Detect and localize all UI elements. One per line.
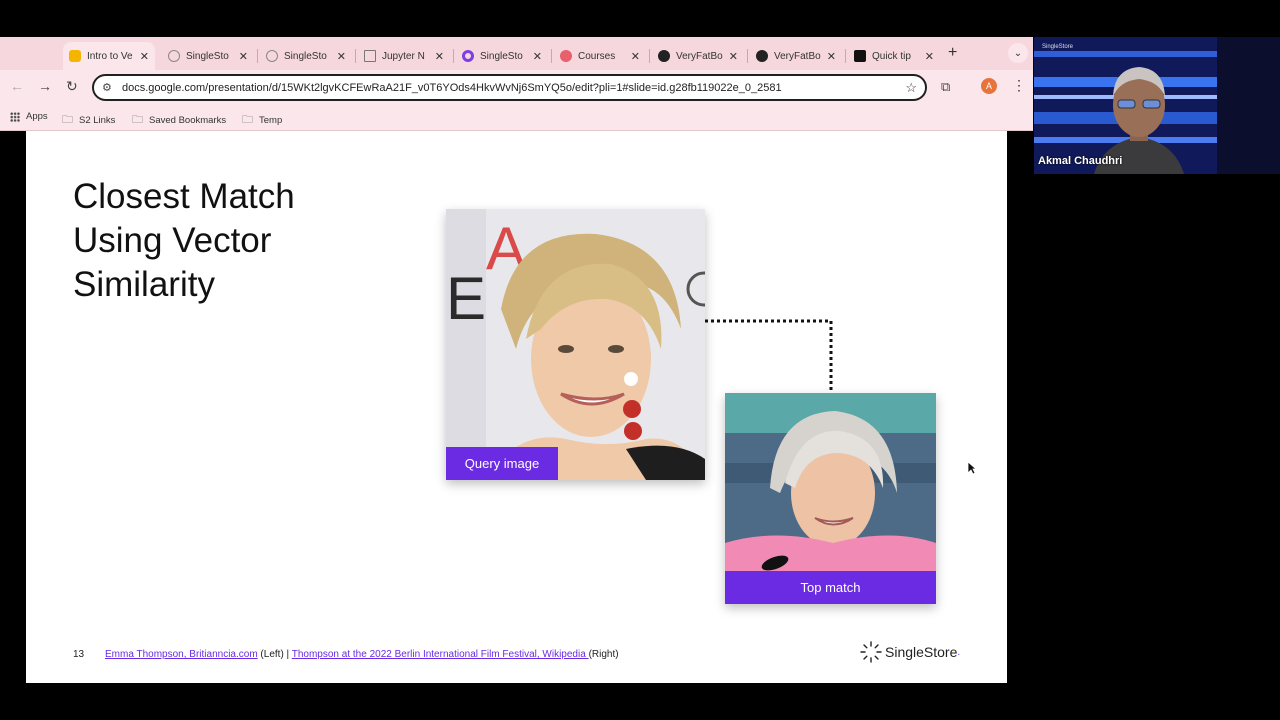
chevron-down-icon: ⌄ [1013,47,1023,59]
tab-singlestore-3[interactable]: SingleSto ✕ [456,42,548,70]
tab-courses[interactable]: Courses ✕ [554,42,646,70]
tab-veryfatboy-2[interactable]: VeryFatBo ✕ [750,42,842,70]
webcam-overlay: SingleStore Akmal Chaudhri [1034,37,1217,174]
tab-veryfatboy-1[interactable]: VeryFatBo ✕ [652,42,744,70]
tab-title: Courses [578,50,616,62]
image-credits: Emma Thompson, Britianncia.com (Left) | … [105,649,619,660]
tab-title: SingleSto [480,50,523,62]
profile-avatar[interactable]: A [981,78,997,94]
bookmark-star-icon[interactable]: ☆ [905,80,917,96]
github-icon [756,50,768,62]
medium-icon [854,50,866,62]
close-icon[interactable]: ✕ [729,50,738,63]
reload-button[interactable]: ↻ [66,78,78,95]
tab-jupyter[interactable]: Jupyter N ✕ [358,42,450,70]
tab-title: SingleSto [284,50,327,62]
tab-strip: Intro to Ve ✕ SingleSto ✕ SingleSto ✕ Ju… [0,37,1033,70]
connector-dotted-line [705,319,833,393]
tab-divider [551,49,552,63]
close-icon[interactable]: ✕ [140,50,149,63]
bookmark-label: Saved Bookmarks [149,115,227,126]
tab-divider [453,49,454,63]
github-icon [658,50,670,62]
tab-singlestore-1[interactable]: SingleSto ✕ [162,42,254,70]
query-image: A E Query image [446,209,705,480]
mouse-cursor-icon [967,461,977,475]
bookmark-temp[interactable]: 🗀 Temp [242,111,282,130]
tab-divider [649,49,650,63]
singlestore-icon [266,50,278,62]
folder-icon: 🗀 [132,114,143,126]
brand-dot: . [957,646,961,658]
new-tab-button[interactable]: + [948,44,957,62]
tab-title: VeryFatBo [676,50,723,62]
apps-grid-icon [10,111,20,122]
slides-icon [69,50,81,62]
bookmark-label: Temp [259,115,283,126]
browser-toolbar: ← → ↻ ⚙ docs.google.com/presentation/d/1… [0,70,1033,106]
credit-right-suffix: (Right) [588,649,619,660]
webcam-background-strip [1217,37,1280,174]
close-icon[interactable]: ✕ [631,50,640,63]
bookmark-saved-bookmarks[interactable]: 🗀 Saved Bookmarks [132,111,226,130]
close-icon[interactable]: ✕ [925,50,934,63]
slide-title: Closest Match Using Vector Similarity [73,177,295,304]
singlestore-burst-icon [860,641,882,663]
bookmark-label: Apps [26,111,48,122]
tab-title: Quick tip [872,50,911,62]
slide-number: 13 [73,649,85,660]
tab-intro-to-vector[interactable]: Intro to Ve ✕ [63,42,155,70]
webcam-logo: SingleStore [1042,44,1074,50]
browser-window: Intro to Ve ✕ SingleSto ✕ SingleSto ✕ Ju… [0,37,1033,131]
tab-singlestore-2[interactable]: SingleSto ✕ [260,42,352,70]
bookmark-apps[interactable]: Apps [10,111,48,122]
close-icon[interactable]: ✕ [239,50,248,63]
tab-divider [257,49,258,63]
top-match-label: Top match [725,571,936,604]
extensions-icon[interactable]: ⧉ [941,79,950,95]
back-button[interactable]: ← [10,78,24,94]
top-match-image: Top match [725,393,936,604]
tab-divider [355,49,356,63]
credit-left-suffix: (Left) | [257,649,292,660]
bookmark-s2-links[interactable]: 🗀 S2 Links [62,111,115,130]
credit-left-link[interactable]: Emma Thompson, Britianncia.com [105,649,258,660]
tab-search-button[interactable]: ⌄ [1008,43,1028,63]
close-icon[interactable]: ✕ [435,50,444,63]
credit-right-link[interactable]: Thompson at the 2022 Berlin Internationa… [292,649,589,660]
singlestore-logo: SingleStore. [860,641,960,663]
courses-icon [560,50,572,62]
close-icon[interactable]: ✕ [337,50,346,63]
tab-quick-tip[interactable]: Quick tip ✕ [848,42,940,70]
singlestore-icon [168,50,180,62]
tab-title: Jupyter N [382,50,425,62]
url-text[interactable]: docs.google.com/presentation/d/15WKt2lgv… [122,82,905,94]
query-image-label: Query image [446,447,558,480]
tab-title: VeryFatBo [774,50,821,62]
site-info-icon[interactable]: ⚙ [102,81,116,94]
bookmark-label: S2 Links [79,115,116,126]
query-photo: A E [446,209,705,480]
tab-title: SingleSto [186,50,229,62]
presenter-name: Akmal Chaudhri [1038,155,1123,167]
tab-divider [845,49,846,63]
folder-icon: 🗀 [62,114,73,126]
jupyter-icon [364,50,376,62]
tab-title: Intro to Ve [87,50,133,62]
webcam-video [1034,37,1217,174]
svg-text:E: E [446,265,486,332]
tab-divider [747,49,748,63]
close-icon[interactable]: ✕ [827,50,836,63]
presentation-slide: Closest Match Using Vector Similarity A … [26,131,1007,683]
bookmarks-bar: Apps 🗀 S2 Links 🗀 Saved Bookmarks 🗀 Temp [0,106,1033,131]
folder-icon: 🗀 [242,114,253,126]
browser-menu-icon[interactable]: ⋮ [1012,77,1026,94]
address-bar[interactable]: ⚙ docs.google.com/presentation/d/15WKt2l… [92,74,927,101]
close-icon[interactable]: ✕ [533,50,542,63]
forward-button[interactable]: → [38,78,52,94]
brand-name: SingleStore [885,644,958,660]
singlestore-purple-icon [462,50,474,62]
